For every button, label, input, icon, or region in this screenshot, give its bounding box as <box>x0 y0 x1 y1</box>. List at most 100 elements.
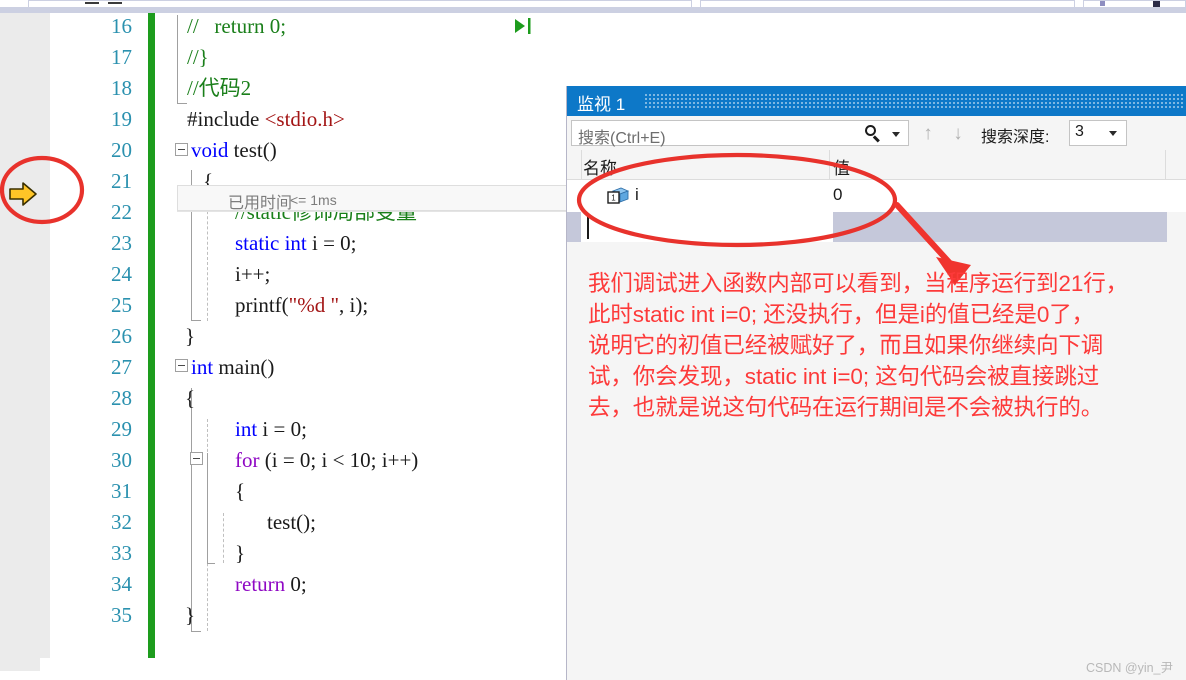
search-depth-label: 搜索深度: <box>981 129 1050 146</box>
code-line-19: #include <stdio.h> <box>187 108 345 130</box>
indent-guide <box>207 201 208 321</box>
code-line-26: } <box>185 325 195 347</box>
search-icon[interactable] <box>865 125 882 143</box>
line-number: 25 <box>111 293 132 317</box>
watch-window-titlebar[interactable]: 监视 1 <box>567 86 1186 116</box>
code-line-16: // return 0; <box>187 15 286 37</box>
watch-grid-header: 名称 值 <box>567 150 1186 180</box>
row-selection-highlight <box>833 212 1167 242</box>
editor-bottom-margin <box>0 671 40 680</box>
watch-new-expression-input[interactable] <box>581 212 833 242</box>
search-options-chevron-down-icon[interactable] <box>892 132 900 137</box>
code-token-keyword: void <box>191 138 229 162</box>
code-token-keyword: for <box>235 448 260 472</box>
line-number: 29 <box>111 417 132 441</box>
search-placeholder: 搜索(Ctrl+E) <box>578 130 666 147</box>
toolbar-tick-icon <box>85 2 99 4</box>
line-number: 19 <box>111 107 132 131</box>
line-number-gutter: 16 17 18 19 20 21 22 23 24 25 26 27 28 2… <box>50 13 144 680</box>
code-token-identifier: test() <box>228 138 277 162</box>
column-separator[interactable] <box>829 150 830 180</box>
search-depth-select[interactable]: 3 <box>1069 120 1127 146</box>
brace-guide-foot <box>191 320 201 321</box>
line-number: 33 <box>111 541 132 565</box>
watch-new-entry-row[interactable] <box>567 212 1186 242</box>
text-caret <box>587 215 589 239</box>
collapse-toggle-main-fn[interactable] <box>175 359 188 372</box>
code-token-loop-expr: (i = 0; i < 10; i++) <box>259 448 419 472</box>
column-separator[interactable] <box>1165 150 1166 180</box>
toolbar-tick-icon <box>108 2 122 4</box>
elapsed-time-value: <= 1ms <box>290 192 337 208</box>
elapsed-time-tooltip: 已用时间 <= 1ms <box>177 185 569 212</box>
watch-toolbar[interactable]: 搜索(Ctrl+E) ↑ ↓ 搜索深度: 3 <box>567 116 1186 150</box>
line-number: 26 <box>111 324 132 348</box>
watch-variable-name: i <box>635 185 639 204</box>
code-token-comment: //代码2 <box>187 76 252 100</box>
change-indicator-bar <box>148 13 155 658</box>
line-number: 27 <box>111 355 132 379</box>
code-token-comment: // return 0; <box>187 14 287 38</box>
column-header-name[interactable]: 名称 <box>583 154 617 179</box>
column-header-value[interactable]: 值 <box>833 154 850 179</box>
code-token-include-path: <stdio.h> <box>264 107 345 131</box>
editor-outer-margin[interactable] <box>0 13 40 680</box>
line-number: 34 <box>111 572 132 596</box>
line-number: 24 <box>111 262 132 286</box>
line-number: 22 <box>111 200 132 224</box>
search-next-button[interactable]: ↓ <box>949 123 967 144</box>
line-number: 20 <box>111 138 132 162</box>
indent-guide <box>223 513 224 563</box>
code-token-string: "%d " <box>288 293 340 317</box>
code-token-brace: { <box>235 479 246 503</box>
variable-icon: 1 <box>607 187 629 204</box>
annotation-text-block: 我们调试进入函数内部可以看到，当程序运行到21行， 此时static int i… <box>588 268 1186 423</box>
code-line-27: int main() <box>191 356 274 378</box>
toolbar-group-right[interactable] <box>1083 0 1186 8</box>
code-line-18: //代码2 <box>187 77 251 99</box>
editor-breakpoint-margin[interactable] <box>40 13 50 658</box>
code-token-return-value: 0; <box>285 572 307 596</box>
line-number: 31 <box>111 479 132 503</box>
code-line-25: printf("%d ", i); <box>235 294 368 316</box>
code-line-30: for (i = 0; i < 10; i++) <box>235 449 418 471</box>
search-depth-chevron-down-icon[interactable] <box>1109 131 1117 136</box>
code-token-identifier: main() <box>213 355 275 379</box>
line-number: 35 <box>111 603 132 627</box>
collapse-toggle-test-fn[interactable] <box>175 143 188 156</box>
titlebar-drag-dots <box>645 94 1183 108</box>
watch-window-title: 监视 1 <box>577 95 626 114</box>
collapse-toggle-for-loop[interactable] <box>190 452 203 465</box>
code-token-declaration: i = 0; <box>306 231 357 255</box>
current-line-underline <box>177 211 569 212</box>
table-row[interactable]: 1 i 0 <box>567 180 1186 212</box>
code-line-31: { <box>235 480 245 502</box>
annotation-line: 去，也就是说这句代码在运行期间是不会被执行的。 <box>588 395 1104 420</box>
line-number: 16 <box>111 14 132 38</box>
brace-guide-foot <box>207 563 215 564</box>
line-number: 18 <box>111 76 132 100</box>
line-number: 21 <box>111 169 132 193</box>
search-input[interactable]: 搜索(Ctrl+E) <box>571 120 909 147</box>
code-token-brace: } <box>185 324 196 348</box>
search-depth-value: 3 <box>1075 123 1084 140</box>
brace-guide-foot <box>191 631 201 632</box>
code-line-23: static int i = 0; <box>235 232 357 254</box>
column-separator[interactable] <box>581 150 582 180</box>
code-token-statement: i++; <box>235 262 271 286</box>
code-token-keyword: int <box>191 355 214 379</box>
code-line-33: } <box>235 542 245 564</box>
code-line-35: } <box>185 604 195 626</box>
code-line-20: void test() <box>191 139 277 161</box>
line-number: 23 <box>111 231 132 255</box>
toolbar-group-center[interactable] <box>700 0 1075 8</box>
brace-guide <box>177 15 178 103</box>
code-line-17: //} <box>187 46 209 68</box>
search-prev-button[interactable]: ↑ <box>919 123 937 144</box>
toolbar-square-icon <box>1153 1 1160 7</box>
line-number: 30 <box>111 448 132 472</box>
toolbar-group-left[interactable] <box>28 0 692 8</box>
annotation-line: 说明它的初值已经被赋好了，而且如果你继续向下调 <box>588 333 1104 358</box>
step-out-marker-icon <box>515 18 531 34</box>
code-token-keyword: return <box>235 572 286 596</box>
